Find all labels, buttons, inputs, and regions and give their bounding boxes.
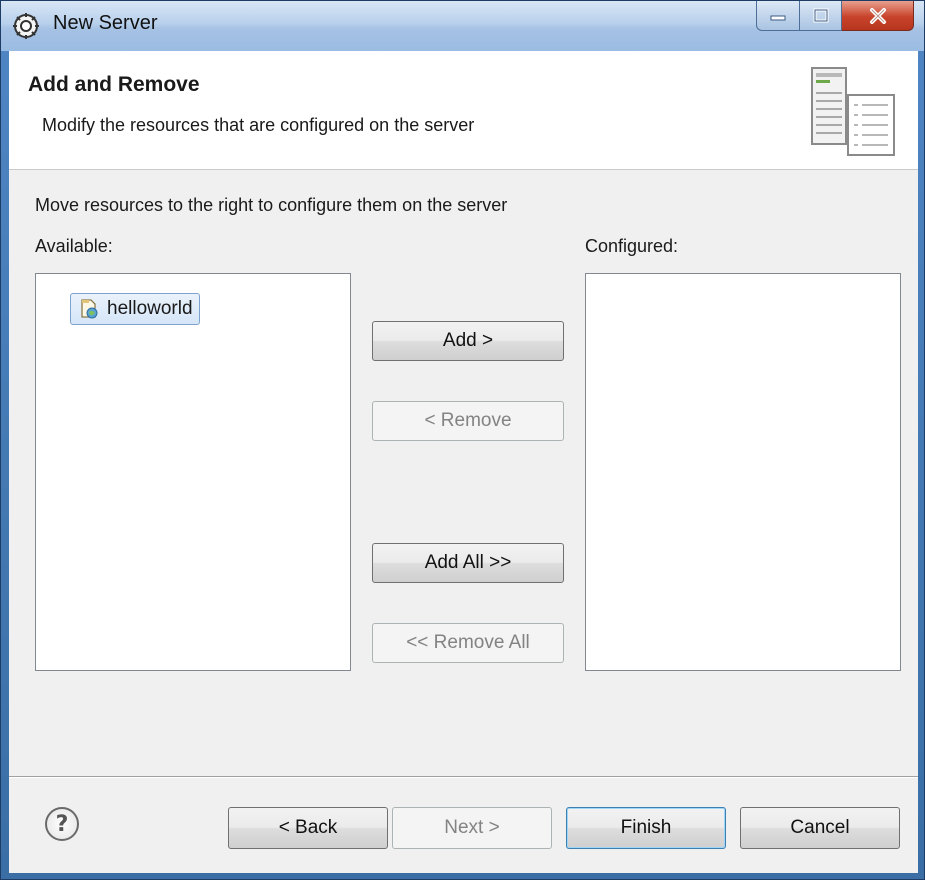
cancel-button[interactable]: Cancel <box>740 807 900 849</box>
close-icon <box>869 7 886 24</box>
available-label: Available: <box>35 236 113 256</box>
instruction-text: Move resources to the right to configure… <box>35 195 508 215</box>
remove-all-button[interactable]: << Remove All <box>372 623 564 663</box>
maximize-button[interactable] <box>800 1 842 31</box>
maximize-icon <box>813 8 828 22</box>
close-button[interactable] <box>842 1 914 31</box>
help-icon[interactable]: ? <box>45 807 79 841</box>
list-item-label: helloworld <box>107 298 193 319</box>
page-title: Add and Remove <box>28 73 200 96</box>
dialog-body: Add and Remove Modify the resources that… <box>9 51 918 873</box>
next-button[interactable]: Next > <box>392 807 552 849</box>
title-bar[interactable]: New Server <box>1 1 924 51</box>
finish-button[interactable]: Finish <box>566 807 726 849</box>
minimize-icon <box>770 15 786 20</box>
list-item[interactable]: helloworld <box>70 293 200 325</box>
minimize-button[interactable] <box>756 1 800 31</box>
footer-separator <box>9 776 918 778</box>
add-all-button[interactable]: Add All >> <box>372 543 564 583</box>
eclipse-app-icon <box>13 13 39 39</box>
page-description: Modify the resources that are configured… <box>42 115 475 135</box>
add-button[interactable]: Add > <box>372 321 564 361</box>
window-title: New Server <box>53 12 158 34</box>
configured-list[interactable] <box>585 273 901 671</box>
wizard-banner: Add and Remove Modify the resources that… <box>9 51 918 170</box>
available-list[interactable]: helloworld <box>35 273 351 671</box>
window-controls <box>756 1 914 37</box>
configured-label: Configured: <box>585 236 679 256</box>
new-server-window: New Server Add and Remove Modify the res… <box>0 0 925 880</box>
server-config-icon <box>811 67 895 156</box>
web-project-icon <box>81 299 98 319</box>
back-button[interactable]: < Back <box>228 807 388 849</box>
remove-button[interactable]: < Remove <box>372 401 564 441</box>
